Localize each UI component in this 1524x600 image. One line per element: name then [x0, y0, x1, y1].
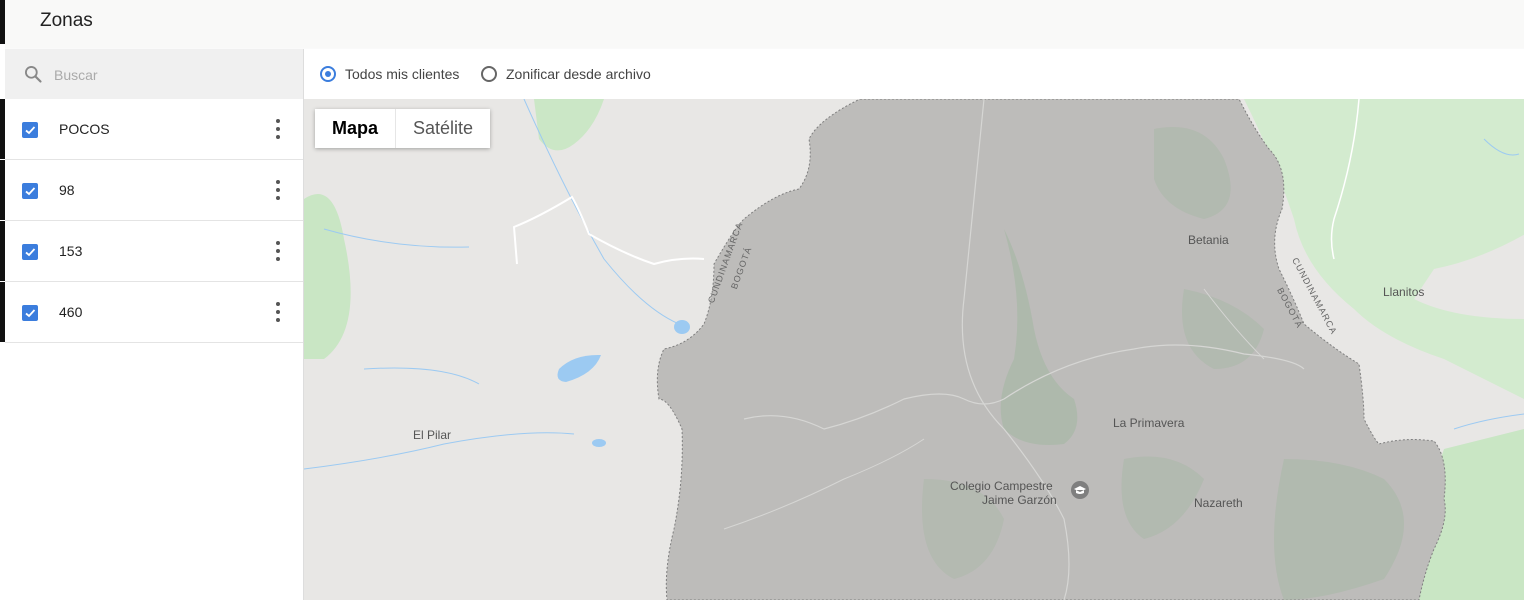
place-label-betania: Betania [1188, 233, 1229, 247]
zone-label: POCOS [59, 121, 110, 137]
radio-label: Zonificar desde archivo [506, 66, 651, 82]
radio-all-clients[interactable]: Todos mis clientes [320, 63, 459, 85]
zone-item-460[interactable]: 460 [5, 282, 303, 343]
zone-label: 98 [59, 182, 75, 198]
more-options-icon[interactable] [270, 239, 286, 263]
place-label-llanitos: Llanitos [1383, 285, 1425, 299]
zoning-options: Todos mis clientes Zonificar desde archi… [304, 49, 1524, 99]
zone-item-98[interactable]: 98 [5, 160, 303, 221]
radio-label: Todos mis clientes [345, 66, 460, 82]
radio-button[interactable] [481, 66, 497, 82]
search-input[interactable] [52, 63, 286, 87]
more-options-icon[interactable] [270, 178, 286, 202]
main-panel: Todos mis clientes Zonificar desde archi… [304, 49, 1524, 600]
more-options-icon[interactable] [270, 300, 286, 324]
map-type-map-button[interactable]: Mapa [315, 109, 397, 148]
zone-label: 153 [59, 243, 83, 259]
zone-checkbox[interactable] [22, 244, 38, 260]
checkmark-icon [25, 187, 36, 196]
zone-checkbox[interactable] [22, 305, 38, 321]
zone-checkbox[interactable] [22, 122, 38, 138]
page-title: Zonas [40, 10, 93, 31]
search-icon [25, 66, 42, 83]
place-label-la-primavera: La Primavera [1113, 416, 1185, 430]
search-bar [5, 49, 303, 99]
zones-sidebar: POCOS 98 153 460 [5, 49, 304, 600]
zone-item-153[interactable]: 153 [5, 221, 303, 282]
radio-button[interactable] [320, 66, 336, 82]
place-label-nazareth: Nazareth [1194, 496, 1243, 510]
place-label-colegio: Colegio Campestre [950, 479, 1053, 493]
zone-item-pocos[interactable]: POCOS [5, 99, 303, 160]
more-options-icon[interactable] [270, 117, 286, 141]
checkmark-icon [25, 126, 36, 135]
map-type-satellite-button[interactable]: Satélite [396, 109, 490, 148]
map-type-control: Mapa Satélite [315, 109, 491, 148]
map-canvas[interactable] [304, 99, 1524, 600]
place-label-el-pilar: El Pilar [413, 428, 452, 442]
zone-checkbox[interactable] [22, 183, 38, 199]
checkmark-icon [25, 248, 36, 257]
radio-zone-from-file[interactable]: Zonificar desde archivo [481, 63, 651, 85]
place-label-colegio-line2: Jaime Garzón [982, 493, 1057, 507]
map-view[interactable]: Mapa Satélite Betania Llanitos El Pilar … [304, 99, 1524, 600]
checkmark-icon [25, 309, 36, 318]
page-header: Zonas [5, 0, 1524, 48]
zone-label: 460 [59, 304, 83, 320]
